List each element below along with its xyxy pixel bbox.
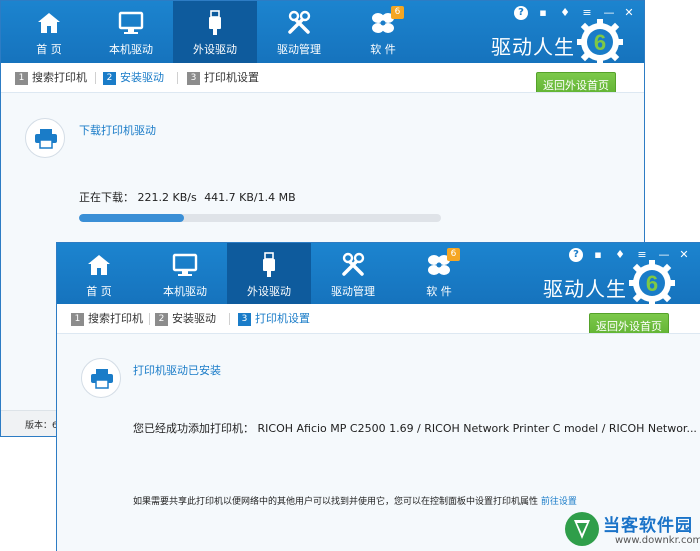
usb-icon: [263, 252, 275, 277]
download-label: 正在下载：: [79, 191, 134, 204]
nav-home[interactable]: 首 页: [7, 1, 91, 63]
download-progress-bar: [79, 214, 441, 222]
usb-icon: [209, 10, 221, 35]
brand-version-glyph: 6: [594, 30, 606, 55]
download-progress-fill: [79, 214, 184, 222]
nav-home-label: 首 页: [86, 285, 112, 298]
nav-peripheral-drivers-label: 外设驱动: [193, 43, 237, 56]
minimize-icon[interactable]: —: [602, 6, 616, 20]
nav-local-drivers-label: 本机驱动: [163, 285, 207, 298]
added-printers-label: 您已经成功添加打印机：: [133, 422, 254, 435]
titlebar-controls: ? ▪ ♦ ≡ — ✕: [514, 6, 639, 20]
brand-name: 驱动人生: [543, 277, 627, 301]
message-icon[interactable]: ▪: [536, 6, 550, 20]
go-to-settings-link[interactable]: 前往设置: [541, 497, 577, 507]
help-icon[interactable]: ?: [514, 6, 528, 20]
step-label: 打印机设置: [204, 71, 259, 84]
step-divider: [177, 72, 178, 84]
step-divider: [229, 313, 230, 325]
nav-peripheral-drivers[interactable]: 外设驱动: [173, 1, 257, 63]
version-label: 版本：6: [25, 421, 58, 431]
nav-peripheral-drivers-label: 外设驱动: [247, 285, 291, 298]
help-icon[interactable]: ?: [569, 248, 583, 262]
driver-window-installed: 首 页 本机驱动 外设驱动 驱动管理 6 软 件 ? ▪ ♦ ≡ — ✕ 驱动人…: [56, 242, 700, 551]
step-install-driver[interactable]: 2 安装驱动: [103, 70, 164, 86]
watermark: 当客软件园 www.downkr.com: [563, 510, 700, 551]
nav-home-label: 首 页: [36, 43, 62, 56]
step-label: 安装驱动: [172, 312, 216, 325]
printer-status-icon: [81, 358, 121, 398]
brand-gear-logo-icon: 6: [577, 19, 623, 65]
step-search-printer[interactable]: 1 搜索打印机: [71, 311, 143, 327]
skin-icon[interactable]: ♦: [613, 248, 627, 262]
brand-gear-logo-icon: 6: [629, 260, 675, 306]
tools-icon: [288, 10, 311, 34]
nav-software-label: 软 件: [426, 285, 452, 298]
printer-icon: [91, 369, 113, 389]
download-speed: 221.2 KB/s: [137, 191, 197, 204]
tools-icon: [342, 252, 365, 276]
nav-software[interactable]: 6 软 件: [341, 1, 425, 63]
step-label: 搜索打印机: [32, 71, 87, 84]
nav-local-drivers-label: 本机驱动: [109, 43, 153, 56]
close-icon[interactable]: ✕: [677, 248, 691, 262]
printer-status-icon: [25, 118, 65, 158]
nav-software-label: 软 件: [370, 43, 396, 56]
nav-driver-management[interactable]: 驱动管理: [311, 243, 395, 304]
printer-list: RICOH Aficio MP C2500 1.69 / RICOH Netwo…: [257, 422, 697, 435]
home-icon: [88, 255, 110, 275]
skin-icon[interactable]: ♦: [558, 6, 572, 20]
message-icon[interactable]: ▪: [591, 248, 605, 262]
step-search-printer[interactable]: 1 搜索打印机: [15, 70, 87, 86]
software-badge: 6: [391, 6, 404, 19]
software-badge: 6: [447, 248, 460, 261]
step-number: 2: [103, 72, 116, 85]
step-number: 2: [155, 313, 168, 326]
step-label: 安装驱动: [120, 71, 164, 84]
monitor-icon: [172, 253, 198, 276]
watermark-url: www.downkr.com: [615, 535, 700, 546]
status-title: 下载打印机驱动: [79, 124, 156, 137]
printer-icon: [35, 129, 57, 149]
brand-name: 驱动人生: [491, 35, 575, 59]
step-install-driver[interactable]: 2 安装驱动: [155, 311, 216, 327]
step-number: 3: [238, 313, 251, 326]
nav-local-drivers[interactable]: 本机驱动: [143, 243, 227, 304]
step-label: 打印机设置: [255, 312, 310, 325]
added-printers-line: 您已经成功添加打印机： RICOH Aficio MP C2500 1.69 /…: [133, 420, 697, 436]
nav-driver-management[interactable]: 驱动管理: [257, 1, 341, 63]
download-size: 441.7 KB/1.4 MB: [204, 191, 296, 204]
step-divider: [149, 313, 150, 325]
share-hint: 如果需要共享此打印机以便网络中的其他用户可以找到并使用它，您可以在控制面板中设置…: [133, 494, 577, 507]
menu-icon[interactable]: ≡: [580, 6, 594, 20]
nav-software[interactable]: 6 软 件: [397, 243, 481, 304]
step-label: 搜索打印机: [88, 312, 143, 325]
nav-local-drivers[interactable]: 本机驱动: [89, 1, 173, 63]
nav-driver-management-label: 驱动管理: [277, 43, 321, 56]
step-printer-settings[interactable]: 3 打印机设置: [187, 70, 259, 86]
watermark-title: 当客软件园: [603, 516, 693, 536]
status-title: 打印机驱动已安装: [133, 364, 221, 377]
step-number: 1: [71, 313, 84, 326]
monitor-icon: [118, 11, 144, 34]
close-icon[interactable]: ✕: [622, 6, 636, 20]
top-navigation-bar: 首 页 本机驱动 外设驱动 驱动管理 6 软 件 ? ▪ ♦ ≡ — ✕ 驱动人…: [1, 1, 644, 65]
step-number: 1: [15, 72, 28, 85]
nav-peripheral-drivers[interactable]: 外设驱动: [227, 243, 311, 304]
nav-home[interactable]: 首 页: [57, 243, 141, 304]
step-printer-settings[interactable]: 3 打印机设置: [238, 311, 310, 327]
step-number: 3: [187, 72, 200, 85]
home-icon: [38, 13, 60, 33]
desktop: 首 页 本机驱动 外设驱动 驱动管理 6 软 件 ? ▪ ♦ ≡ — ✕ 驱动人…: [0, 0, 700, 551]
watermark-logo-icon: [565, 512, 599, 546]
share-hint-text: 如果需要共享此打印机以便网络中的其他用户可以找到并使用它，您可以在控制面板中设置…: [133, 497, 539, 507]
nav-driver-management-label: 驱动管理: [331, 285, 375, 298]
brand-version-glyph: 6: [646, 271, 658, 296]
top-navigation-bar: 首 页 本机驱动 外设驱动 驱动管理 6 软 件 ? ▪ ♦ ≡ — ✕ 驱动人…: [57, 243, 700, 306]
download-status-line: 正在下载： 221.2 KB/s 441.7 KB/1.4 MB: [79, 189, 296, 205]
step-divider: [95, 72, 96, 84]
